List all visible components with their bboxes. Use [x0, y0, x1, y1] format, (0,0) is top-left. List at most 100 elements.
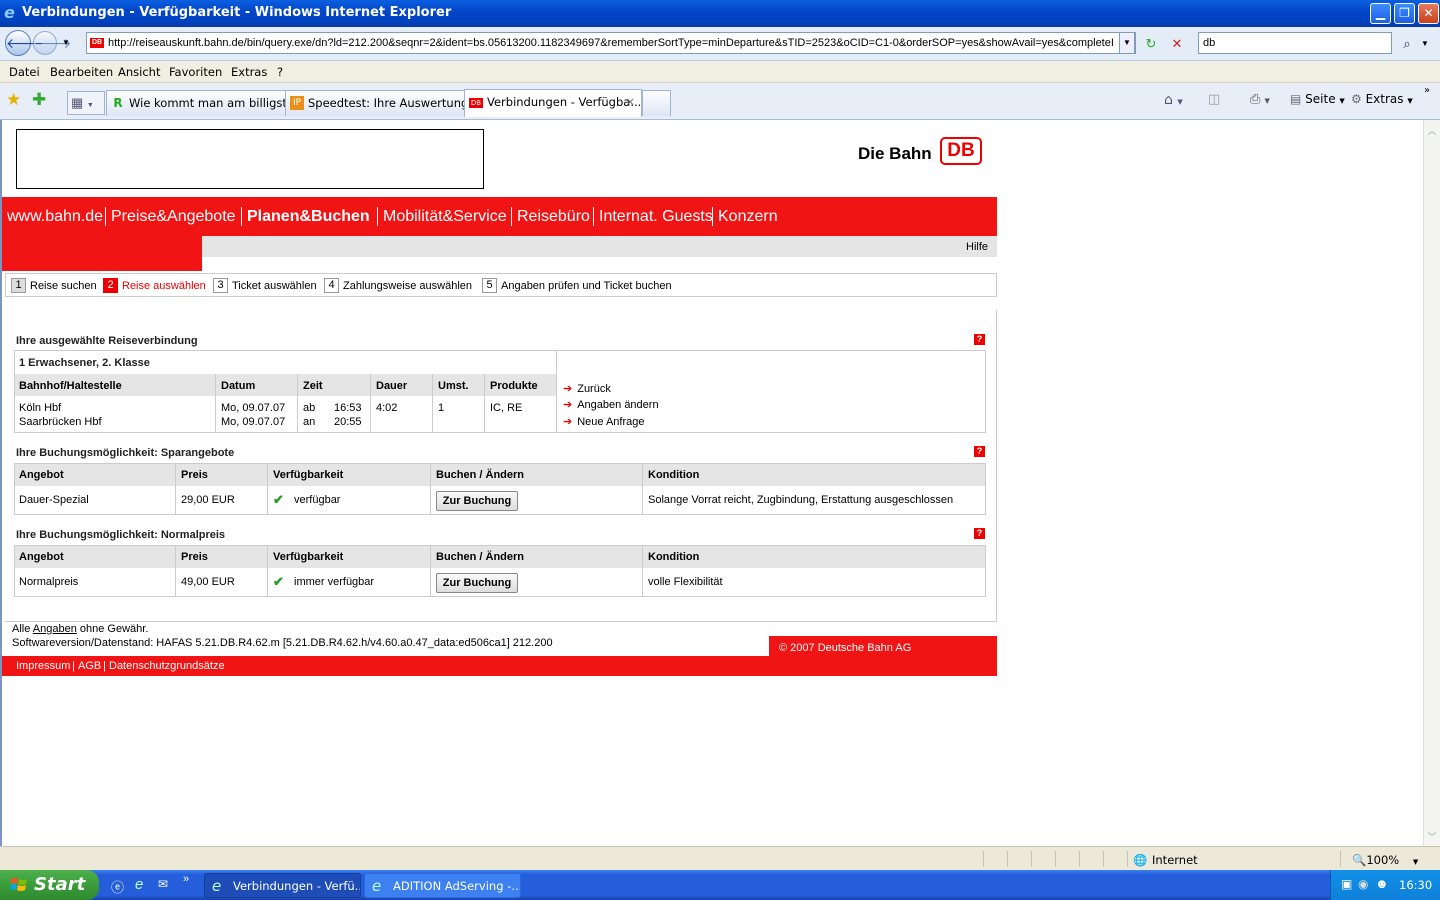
more-commands-icon[interactable]: » [1424, 85, 1430, 96]
menu-datei[interactable]: Datei [9, 65, 40, 79]
help-link[interactable]: Hilfe [966, 241, 988, 253]
menu-bearbeiten[interactable]: Bearbeiten [50, 65, 113, 79]
panda-icon[interactable]: ☻ [1375, 876, 1389, 891]
url-dropdown-icon[interactable]: ▼ [1119, 32, 1135, 54]
ie-icon: e [372, 877, 382, 895]
tab-verbindungen[interactable]: DB Verbindungen - Verfügba... ✕ [464, 89, 642, 117]
favorites-star-icon[interactable]: ★ [6, 90, 21, 110]
step-2-number: 2 [103, 278, 118, 293]
book-normalpreis-button[interactable]: Zur Buchung [436, 573, 518, 593]
feeds-icon[interactable]: ◫ [1208, 92, 1220, 107]
tab-billigsten[interactable]: R Wie kommt man am billigsten ... [106, 90, 286, 116]
back-button[interactable]: 🡐 [5, 30, 44, 56]
book-sparangebot-button[interactable]: Zur Buchung [436, 491, 518, 511]
disclaimer-link[interactable]: Angaben [33, 623, 77, 635]
minimize-button[interactable]: ▁ [1370, 3, 1391, 24]
back-link[interactable]: ➔ Zurück [563, 382, 611, 395]
search-input[interactable]: db [1198, 32, 1392, 54]
help-question-icon[interactable]: ? [974, 528, 985, 539]
nav-internat-guests[interactable]: Internat. Guests [599, 208, 713, 226]
add-favorite-icon[interactable]: ✚ [32, 90, 46, 110]
history-dropdown-icon[interactable]: ▼ [62, 38, 70, 47]
die-bahn-logo-text[interactable]: Die Bahn [858, 144, 932, 164]
search-options-icon[interactable]: ▼ [1421, 39, 1429, 48]
step-1-label[interactable]: Reise suchen [30, 280, 97, 292]
zoom-control[interactable]: 🔍100% ▼ [1352, 853, 1418, 867]
menu-help[interactable]: ? [277, 65, 283, 79]
security-icon[interactable]: ◉ [1358, 877, 1368, 891]
quicklaunch-ie2-icon[interactable]: e [135, 876, 143, 893]
nav-bahn-de[interactable]: www.bahn.de [7, 208, 103, 226]
maximize-button[interactable]: ❐ [1394, 3, 1415, 24]
home-icon[interactable]: ⌂ ▼ [1164, 92, 1183, 108]
tab-speedtest[interactable]: IP Speedtest: Ihre Auswertung [285, 90, 465, 116]
print-icon[interactable]: ⎙ ▼ [1250, 92, 1270, 107]
security-zone: Internet [1152, 853, 1198, 867]
software-version: Softwareversion/Datenstand: HAFAS 5.21.D… [12, 637, 553, 649]
search-icon[interactable]: ⌕ [1396, 32, 1418, 54]
footer-impressum[interactable]: Impressum [16, 660, 70, 672]
globe-icon: 🌐 [1133, 853, 1148, 867]
footer-datenschutz[interactable]: Datenschutzgrundsätze [109, 660, 225, 672]
ie-icon: e [212, 877, 222, 895]
offer-condition: Solange Vorrat reicht, Zugbindung, Ersta… [648, 494, 954, 506]
col-condition: Kondition [648, 469, 700, 481]
taskbar-item-adition[interactable]: e ADITION AdServing -... [364, 873, 521, 898]
quicklaunch-ie-icon[interactable]: ⓔ [111, 877, 124, 896]
arrow-right-icon: ➔ [563, 383, 573, 395]
col-station: Bahnhof/Haltestelle [19, 380, 122, 392]
tools-menu[interactable]: ⚙ Extras ▼ [1351, 92, 1413, 106]
quick-tabs-icon[interactable]: ▦ ▼ [67, 91, 105, 115]
back-link-label: Zurück [577, 383, 611, 395]
arrow-right-icon: ➔ [563, 399, 573, 411]
products: IC, RE [490, 402, 523, 414]
menu-extras[interactable]: Extras [231, 65, 267, 79]
gear-icon: ⚙ [1351, 92, 1362, 106]
vertical-scrollbar[interactable]: ︿ ﹀ [1423, 120, 1440, 846]
new-query-link[interactable]: ➔ Neue Anfrage [563, 415, 645, 428]
footer-agb[interactable]: AGB [78, 660, 101, 672]
help-question-icon[interactable]: ? [974, 446, 985, 457]
menu-bar: Datei Bearbeiten Ansicht Favoriten Extra… [0, 61, 1440, 83]
nav-preise-angebote[interactable]: Preise&Angebote [111, 208, 236, 226]
nav-mobilitaet-service[interactable]: Mobilität&Service [383, 208, 507, 226]
col-offer: Angebot [19, 551, 64, 563]
refresh-icon[interactable]: ↻ [1140, 32, 1162, 54]
window-title-bar[interactable]: e Verbindungen - Verfügbarkeit - Windows… [0, 0, 1440, 27]
close-button[interactable]: ✕ [1418, 3, 1439, 24]
network-icon[interactable]: ▣ [1341, 877, 1352, 891]
tab-label: Wie kommt man am billigsten ... [129, 96, 285, 110]
new-tab-button[interactable] [642, 90, 671, 116]
nav-planen-buchen[interactable]: Planen&Buchen [247, 208, 370, 226]
nav-reisebuero[interactable]: Reisebüro [517, 208, 590, 226]
change-details-link[interactable]: ➔ Angaben ändern [563, 398, 659, 411]
booking-steps: 1 Reise suchen 2 Reise auswählen 3 Ticke… [5, 273, 997, 297]
url-input[interactable]: DB http://reiseauskunft.bahn.de/bin/query… [86, 32, 1136, 54]
main-navigation: www.bahn.de Preise&Angebote Planen&Buche… [2, 197, 997, 236]
close-tab-icon[interactable]: ✕ [625, 90, 635, 114]
page-menu[interactable]: ▤ Seite ▼ [1290, 92, 1345, 106]
db-logo[interactable]: DB [940, 137, 982, 165]
new-query-label: Neue Anfrage [577, 416, 645, 428]
ad-banner[interactable] [16, 129, 484, 189]
step-4-number: 4 [324, 278, 339, 293]
col-price: Preis [181, 469, 208, 481]
stop-icon[interactable]: ✕ [1166, 32, 1188, 54]
checkmark-icon: ✔ [273, 574, 284, 589]
col-changes: Umst. [438, 380, 469, 392]
help-question-icon[interactable]: ? [974, 334, 985, 345]
col-condition: Kondition [648, 551, 700, 563]
nav-konzern[interactable]: Konzern [718, 208, 778, 226]
forward-button[interactable]: 🡒 [33, 31, 72, 55]
scroll-down-icon[interactable]: ﹀ [1426, 830, 1438, 842]
offer-name: Normalpreis [19, 576, 79, 588]
quicklaunch-mail-icon[interactable]: ✉ [158, 877, 168, 891]
subnav-bar [202, 236, 997, 257]
from-time: 16:53 [334, 402, 362, 414]
quicklaunch-more-icon[interactable]: » [183, 873, 189, 885]
menu-ansicht[interactable]: Ansicht [118, 65, 160, 79]
taskbar-item-verbindungen[interactable]: e Verbindungen - Verfü... [204, 873, 361, 898]
menu-favoriten[interactable]: Favoriten [169, 65, 222, 79]
from-date: Mo, 09.07.07 [221, 402, 286, 414]
scroll-up-icon[interactable]: ︿ [1426, 124, 1438, 136]
